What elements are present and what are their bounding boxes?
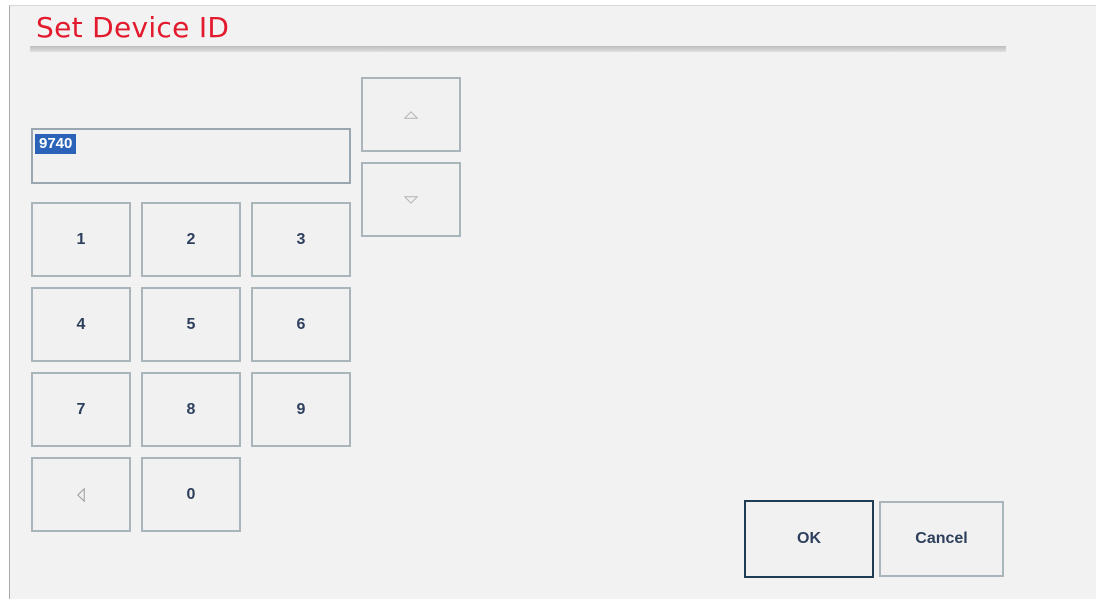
triangle-up-icon bbox=[404, 110, 418, 119]
key-6[interactable]: 6 bbox=[251, 287, 351, 362]
key-4[interactable]: 4 bbox=[31, 287, 131, 362]
key-8[interactable]: 8 bbox=[141, 372, 241, 447]
decrement-button[interactable] bbox=[361, 162, 461, 237]
device-id-field[interactable]: 9740 bbox=[31, 128, 351, 184]
key-3[interactable]: 3 bbox=[251, 202, 351, 277]
increment-button[interactable] bbox=[361, 77, 461, 152]
key-5[interactable]: 5 bbox=[141, 287, 241, 362]
device-id-value: 9740 bbox=[35, 134, 77, 154]
key-0[interactable]: 0 bbox=[141, 457, 241, 532]
key-1[interactable]: 1 bbox=[31, 202, 131, 277]
backspace-button[interactable] bbox=[31, 457, 131, 532]
ok-button[interactable]: OK bbox=[744, 500, 874, 578]
dialog-title: Set Device ID bbox=[36, 11, 230, 44]
key-9[interactable]: 9 bbox=[251, 372, 351, 447]
triangle-down-icon bbox=[404, 195, 418, 204]
triangle-left-icon bbox=[77, 487, 85, 502]
set-device-id-dialog: Set Device ID 9740 1 2 3 4 5 6 7 8 9 0 O… bbox=[9, 5, 1096, 599]
title-divider bbox=[30, 46, 1006, 52]
key-2[interactable]: 2 bbox=[141, 202, 241, 277]
key-7[interactable]: 7 bbox=[31, 372, 131, 447]
cancel-button[interactable]: Cancel bbox=[879, 501, 1004, 577]
